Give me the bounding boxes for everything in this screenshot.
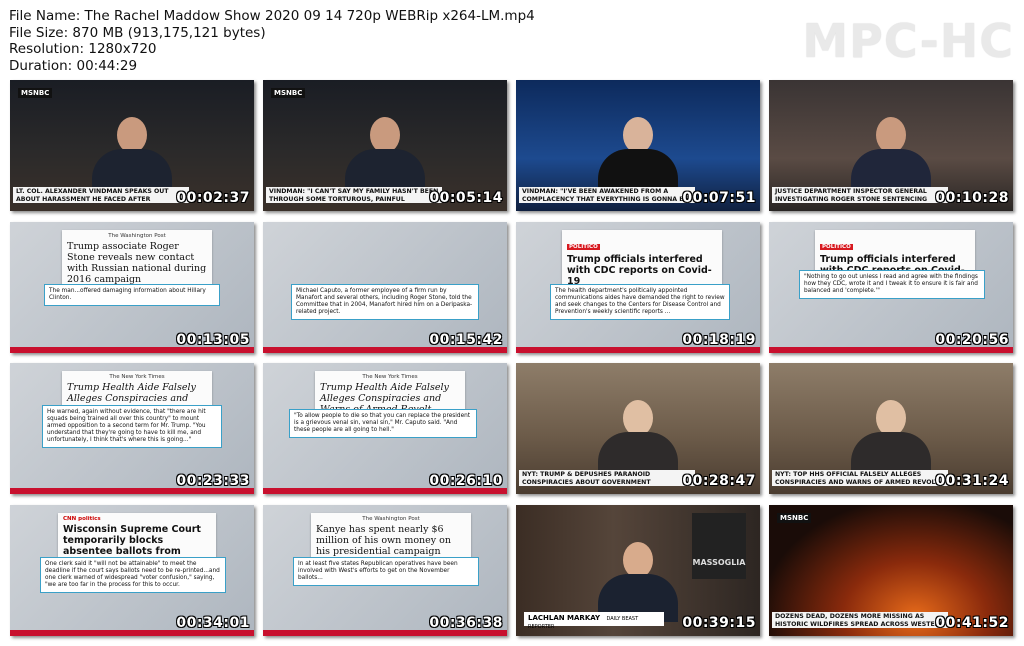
timestamp: 00:34:01 — [176, 615, 250, 631]
guest-figure — [593, 542, 683, 622]
timestamp: 00:39:15 — [682, 615, 756, 631]
thumbnail-2[interactable]: MSNBC VINDMAN: "I CAN'T SAY MY FAMILY HA… — [263, 80, 507, 211]
quote-box: Michael Caputo, a former employee of a f… — [291, 284, 479, 320]
chyron: DOZENS DEAD, DOZENS MORE MISSING AS HIST… — [772, 612, 948, 628]
thumbnail-9[interactable]: The New York Times Trump Health Aide Fal… — [10, 363, 254, 494]
thumbnail-12[interactable]: NYT: TOP HHS OFFICIAL FALSELY ALLEGES CO… — [769, 363, 1013, 494]
thumbnail-3[interactable]: VINDMAN: "I'VE BEEN AWAKENED FROM A COMP… — [516, 80, 760, 211]
guest-figure — [593, 400, 683, 480]
guest-name: LACHLAN MARKAY — [528, 614, 601, 622]
network-logo: MSNBC — [18, 88, 53, 98]
timestamp: 00:23:33 — [176, 473, 250, 489]
timestamp: 00:20:56 — [935, 332, 1009, 348]
thumbnail-6[interactable]: Michael Caputo, a former employee of a f… — [263, 222, 507, 353]
thumbnail-5[interactable]: The Washington Post Trump associate Roge… — [10, 222, 254, 353]
thumbnail-grid: MSNBC LT. COL. ALEXANDER VINDMAN SPEAKS … — [0, 0, 1024, 646]
chyron: VINDMAN: "I CAN'T SAY MY FAMILY HASN'T B… — [266, 187, 442, 203]
timestamp: 00:02:37 — [176, 190, 250, 206]
thumbnail-4[interactable]: JUSTICE DEPARTMENT INSPECTOR GENERAL INV… — [769, 80, 1013, 211]
quote-box: "To allow people to die so that you can … — [289, 409, 477, 438]
quote-box: The health department's politically appo… — [550, 284, 730, 320]
chyron: VINDMAN: "I'VE BEEN AWAKENED FROM A COMP… — [519, 187, 695, 203]
thumbnail-10[interactable]: The New York Times Trump Health Aide Fal… — [263, 363, 507, 494]
chyron: NYT: TOP HHS OFFICIAL FALSELY ALLEGES CO… — [772, 470, 948, 486]
witness-figure — [846, 117, 936, 197]
poster-word: MASSOGLIA — [692, 558, 746, 567]
name-lower-third: LACHLAN MARKAY DAILY BEAST REPORTER — [524, 612, 664, 630]
timestamp: 00:18:19 — [682, 332, 756, 348]
timestamp: 00:28:47 — [682, 473, 756, 489]
guest-figure — [340, 117, 430, 197]
article-source: The Washington Post — [108, 233, 166, 239]
thumbnail-16[interactable]: MSNBC DOZENS DEAD, DOZENS MORE MISSING A… — [769, 505, 1013, 636]
timestamp: 00:41:52 — [935, 615, 1009, 631]
timestamp: 00:13:05 — [176, 332, 250, 348]
guest-figure — [87, 117, 177, 197]
timestamp: 00:10:28 — [935, 190, 1009, 206]
thumbnail-1[interactable]: MSNBC LT. COL. ALEXANDER VINDMAN SPEAKS … — [10, 80, 254, 211]
quote-box: In at least five states Republican opera… — [293, 557, 479, 586]
article-card: The Washington Post Kanye has spent near… — [311, 513, 471, 560]
network-logo: MSNBC — [777, 513, 812, 523]
thumbnail-15[interactable]: MASSOGLIA LACHLAN MARKAY DAILY BEAST REP… — [516, 505, 760, 636]
article-card: The Washington Post Trump associate Roge… — [62, 230, 212, 288]
article-source: The New York Times — [362, 374, 418, 380]
article-source: POLITICO — [567, 244, 600, 250]
timestamp: 00:31:24 — [935, 473, 1009, 489]
thumbnail-14[interactable]: The Washington Post Kanye has spent near… — [263, 505, 507, 636]
article-source: CNN politics — [63, 516, 101, 522]
poster: MASSOGLIA — [692, 513, 746, 579]
timestamp: 00:07:51 — [682, 190, 756, 206]
chyron: NYT: TRUMP & DEPUSHES PARANOID CONSPIRAC… — [519, 470, 695, 486]
article-source: The New York Times — [109, 374, 165, 380]
quote-box: The man...offered damaging information a… — [44, 284, 220, 306]
timestamp: 00:05:14 — [429, 190, 503, 206]
network-logo: MSNBC — [271, 88, 306, 98]
timestamp: 00:15:42 — [429, 332, 503, 348]
article-card: POLITICO Trump officials interfered with… — [562, 230, 722, 290]
thumbnail-13[interactable]: CNN politics Wisconsin Supreme Court tem… — [10, 505, 254, 636]
article-headline: Trump officials interfered with CDC repo… — [567, 254, 712, 287]
host-figure — [593, 117, 683, 197]
timestamp: 00:36:38 — [429, 615, 503, 631]
article-headline: Kanye has spent nearly $6 million of his… — [316, 524, 452, 557]
timestamp: 00:26:10 — [429, 473, 503, 489]
thumbnail-7[interactable]: POLITICO Trump officials interfered with… — [516, 222, 760, 353]
quote-box: "Nothing to go out unless I read and agr… — [799, 270, 985, 299]
quote-box: He warned, again without evidence, that … — [42, 405, 222, 448]
article-source: POLITICO — [820, 244, 853, 250]
quote-box: One clerk said it "will not be attainabl… — [40, 557, 226, 593]
thumbnail-8[interactable]: POLITICO Trump officials interfered with… — [769, 222, 1013, 353]
article-source: The Washington Post — [362, 516, 420, 522]
thumbnail-11[interactable]: NYT: TRUMP & DEPUSHES PARANOID CONSPIRAC… — [516, 363, 760, 494]
chyron: LT. COL. ALEXANDER VINDMAN SPEAKS OUT AB… — [13, 187, 189, 203]
article-headline: Trump associate Roger Stone reveals new … — [67, 241, 207, 285]
chyron: JUSTICE DEPARTMENT INSPECTOR GENERAL INV… — [772, 187, 948, 203]
guest-figure — [846, 400, 936, 480]
